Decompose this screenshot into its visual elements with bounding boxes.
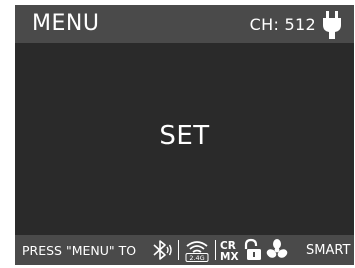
footer-bar: PRESS "MENU" TO 2.4G CR MX SMART [15,235,354,265]
plug-icon [323,11,341,39]
fan-icon [266,239,288,258]
lock-icon [244,238,261,260]
divider [215,240,216,260]
press-menu-hint: PRESS "MENU" TO [22,243,137,258]
crmx-label-bottom: MX [220,251,239,262]
menu-title: MENU [32,11,100,36]
divider [178,240,179,260]
header-bar: MENU CH: 512 [15,5,354,43]
main-display: SET [15,43,354,235]
set-label: SET [159,121,210,151]
channel-indicator: CH: 512 [249,15,316,34]
wireless-2.4g-icon: 2.4G [185,241,209,262]
wireless-band-label: 2.4G [189,254,204,262]
crmx-icon: CR MX [220,240,239,262]
bluetooth-icon [153,240,172,260]
smart-mode-label: SMART [306,243,351,258]
device-screen: MENU CH: 512 SET PRESS "MENU" TO 2.4G CR [15,5,354,265]
